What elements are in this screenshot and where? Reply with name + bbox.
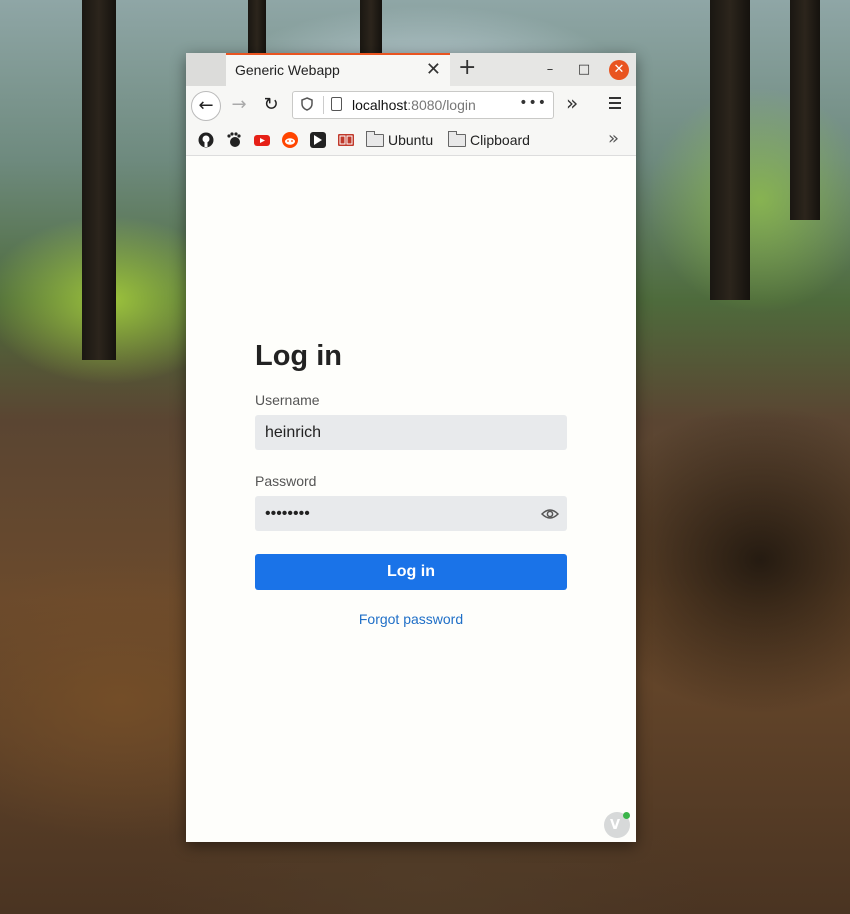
login-form: Log in Username Password Log in Forgot p… (255, 338, 567, 627)
page-icon[interactable] (331, 97, 342, 111)
password-label: Password (255, 473, 317, 489)
terminal-icon[interactable] (310, 132, 326, 148)
background-tree (790, 0, 820, 220)
minimize-icon[interactable]: – (541, 61, 559, 79)
youtube-icon[interactable] (254, 132, 270, 148)
username-input[interactable] (255, 415, 535, 450)
browser-window: Generic Webapp ✕ + – □ ✕ ← → ↻ localhost… (186, 53, 636, 842)
folder-icon (448, 130, 466, 147)
gnome-icon[interactable] (226, 132, 242, 148)
title-bar: Generic Webapp ✕ + – □ ✕ (186, 53, 636, 86)
navigation-bar: ← → ↻ localhost:8080/login ••• » (186, 86, 636, 124)
login-button[interactable]: Log in (255, 554, 567, 590)
background-tree (360, 0, 382, 60)
bookmark-folder-label: Clipboard (470, 132, 530, 148)
url-path: :8080/login (407, 97, 476, 113)
background-tree (710, 0, 750, 300)
bookmark-folder-label: Ubuntu (388, 132, 434, 148)
background-tree (82, 0, 116, 360)
bookmark-folder-clipboard[interactable]: Clipboard (448, 130, 530, 150)
folder-icon (366, 130, 384, 147)
new-tab-icon[interactable]: + (458, 56, 476, 80)
password-input[interactable] (255, 496, 535, 531)
tab-strip-spacer (186, 53, 226, 86)
hamburger-menu-icon[interactable] (609, 97, 621, 109)
shield-icon[interactable] (301, 97, 313, 111)
github-icon[interactable] (198, 132, 214, 148)
url-bar[interactable]: localhost:8080/login ••• (292, 91, 554, 119)
username-field-container (255, 415, 567, 450)
reddit-icon[interactable] (282, 132, 298, 148)
bookmarks-toolbar: Ubuntu Clipboard » (186, 124, 636, 156)
back-arrow-icon[interactable]: ← (191, 91, 221, 121)
page-actions-icon[interactable]: ••• (519, 95, 547, 111)
page-title: Log in (255, 340, 342, 372)
status-dot (623, 812, 630, 819)
toolbar-overflow-icon[interactable]: » (566, 91, 578, 115)
forgot-password-link[interactable]: Forgot password (255, 611, 567, 627)
devtools-badge-icon[interactable]: V (604, 812, 630, 838)
url-text[interactable]: localhost:8080/login (352, 97, 476, 113)
background-tree (248, 0, 266, 60)
db-icon[interactable] (338, 132, 354, 148)
show-password-icon[interactable] (541, 505, 559, 523)
bookmark-folder-ubuntu[interactable]: Ubuntu (366, 130, 433, 150)
logo-glyph: V (610, 818, 621, 833)
page-content: Log in Username Password Log in Forgot p… (186, 156, 636, 842)
username-label: Username (255, 392, 320, 408)
close-tab-icon[interactable]: ✕ (426, 60, 441, 80)
password-field-container (255, 496, 567, 531)
forward-arrow-icon[interactable]: → (225, 91, 253, 119)
url-host: localhost (352, 97, 408, 113)
url-separator (323, 96, 324, 114)
reload-icon[interactable]: ↻ (257, 91, 285, 119)
tab-title: Generic Webapp (235, 62, 340, 78)
active-tab[interactable]: Generic Webapp ✕ (226, 53, 450, 86)
maximize-icon[interactable]: □ (575, 61, 593, 79)
bookmarks-overflow-icon[interactable]: » (608, 128, 619, 149)
close-window-icon[interactable]: ✕ (609, 60, 629, 80)
